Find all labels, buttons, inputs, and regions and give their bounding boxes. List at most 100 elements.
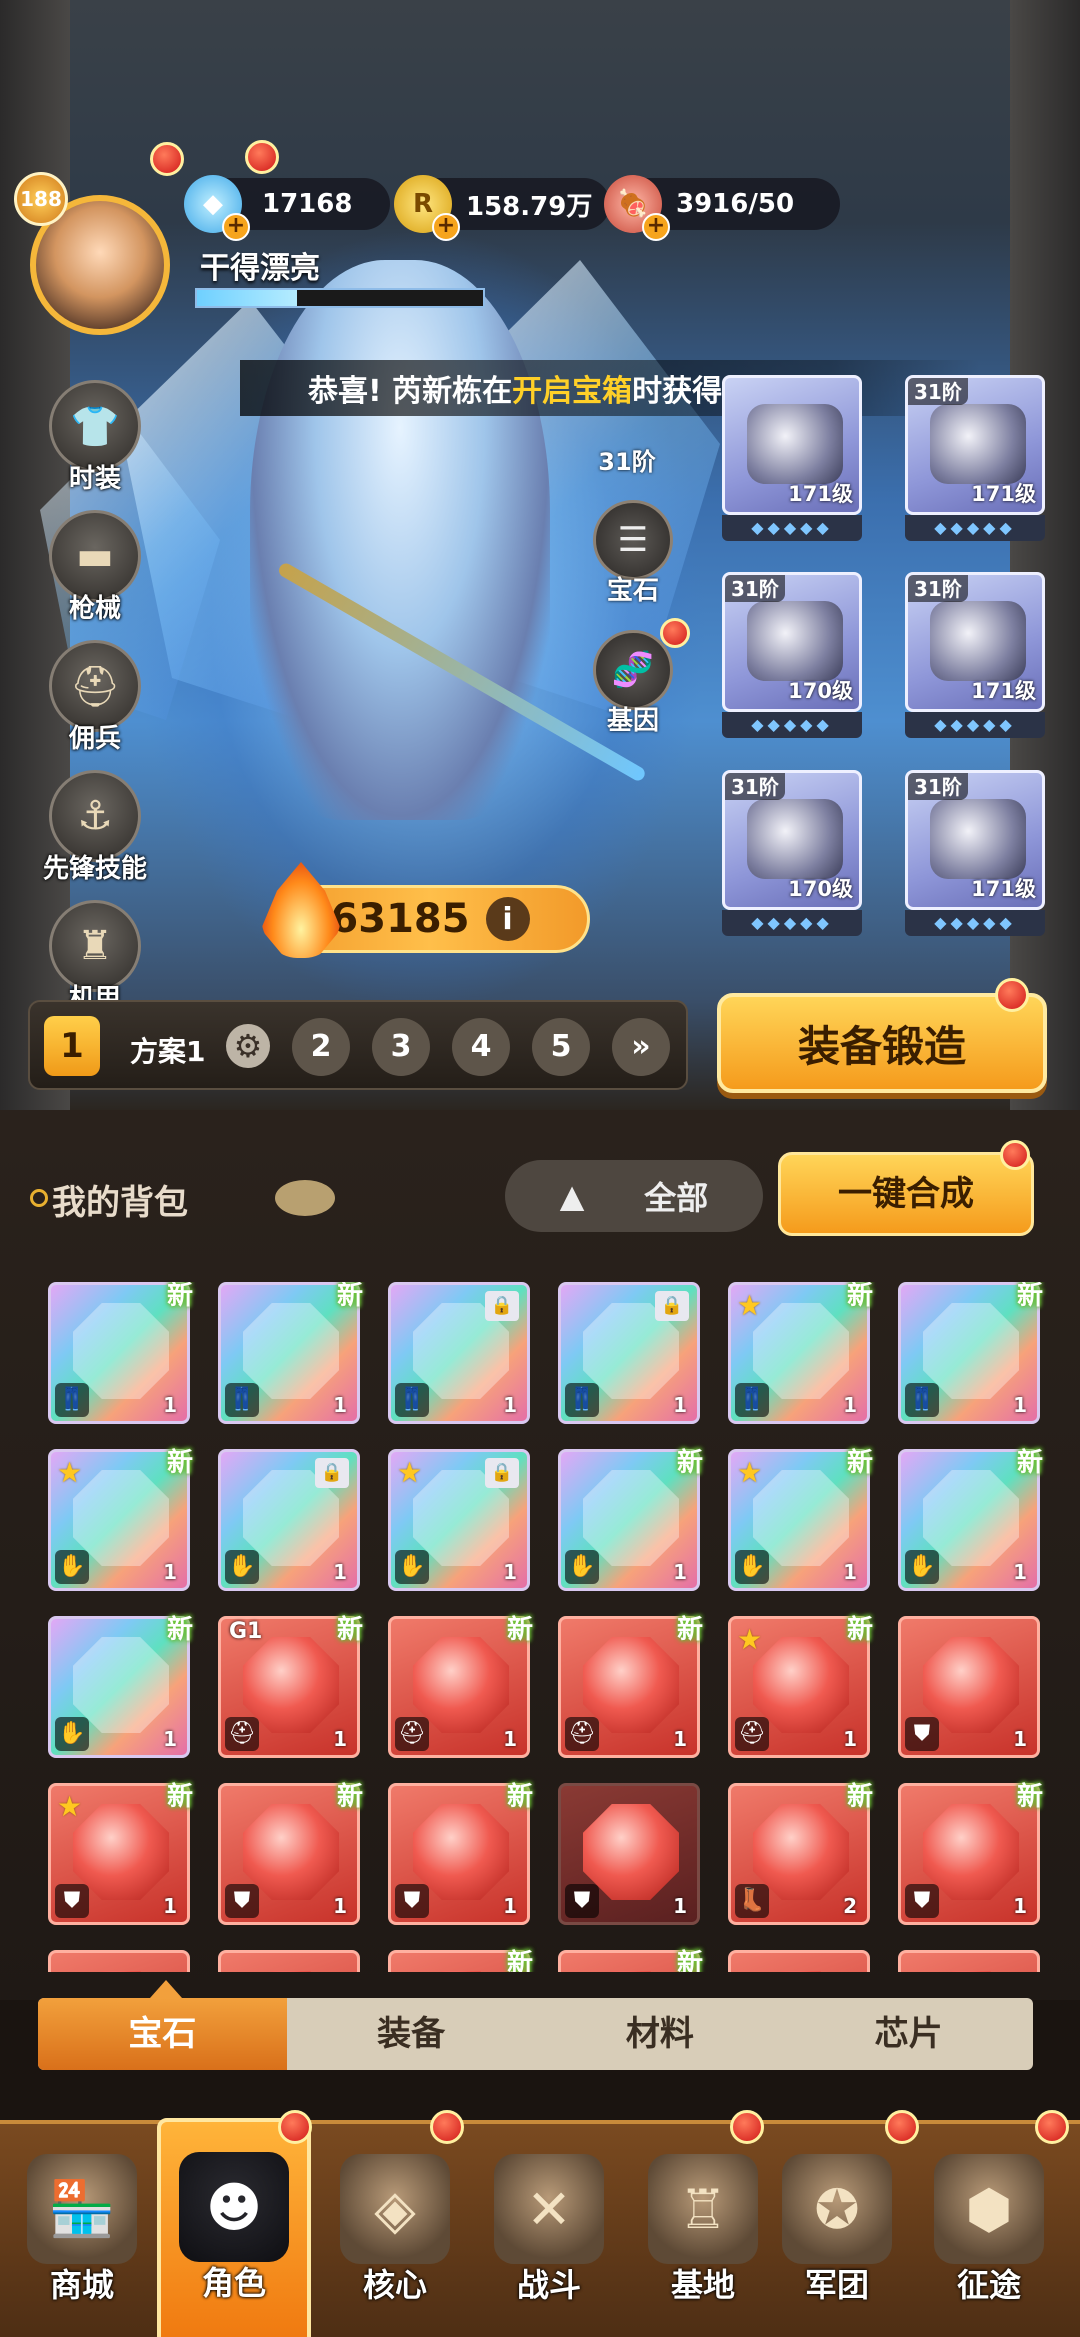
food-counter[interactable]: 🍖 + 3916/50: [604, 175, 840, 241]
nav-base[interactable]: ♖ 基地: [626, 2124, 780, 2337]
bag-item-red-gem[interactable]: ⛊1: [728, 1950, 870, 1972]
bag-item-rainbow-gem[interactable]: 👖 1 新: [48, 1282, 193, 1424]
bag-item-rainbow-gem[interactable]: 👖 1 ★ 新: [728, 1282, 873, 1424]
item-count: 1: [163, 1894, 177, 1918]
one-click-merge-button[interactable]: 一键合成: [778, 1152, 1034, 1236]
nav-legion[interactable]: ✪ 军团: [760, 2124, 914, 2337]
bag-item-rainbow-gem[interactable]: 👖 1 新: [218, 1282, 363, 1424]
add-diamond-button[interactable]: +: [222, 213, 250, 241]
menu-guns-label: 枪械: [68, 594, 121, 624]
new-badge: 新: [166, 1782, 193, 1812]
bag-item-rainbow-gem[interactable]: ✋ 1 ★ 🔒: [388, 1449, 530, 1591]
gold-value: 158.79万: [466, 191, 593, 222]
bag-item-red-gem[interactable]: 👢 2 新: [728, 1782, 873, 1925]
nav-expedition[interactable]: ⬢ 征途: [912, 2124, 1066, 2337]
bag-item-red-gem[interactable]: ⛑ 1 新: [558, 1615, 703, 1758]
bag-item-red-gem[interactable]: ⛊1: [898, 1950, 1040, 1972]
equip-level: 171级: [788, 482, 853, 506]
bag-item-rainbow-gem[interactable]: ✋ 1 新: [898, 1448, 1043, 1591]
gene-button[interactable]: 🧬 基因: [585, 630, 681, 737]
bag-item-red-gem[interactable]: ⛑ 1 G1 新: [218, 1615, 363, 1758]
bag-item-rainbow-gem[interactable]: 👖 1 🔒: [388, 1282, 530, 1424]
plan-5-button[interactable]: 5: [532, 1018, 590, 1076]
bag-item-rainbow-gem[interactable]: ✋ 1 🔒: [218, 1449, 360, 1591]
info-icon[interactable]: i: [485, 897, 530, 941]
nav-core-dot: [430, 2110, 464, 2144]
equip-slot-helmet[interactable]: 171级 ◆◆◆◆◆: [722, 375, 862, 541]
equip-level: 171级: [971, 482, 1036, 506]
bag-item-rainbow-gem[interactable]: ✋ 1 ★ 新: [728, 1448, 873, 1591]
xp-bar-fill: [197, 290, 298, 306]
gem-button[interactable]: ☰ 宝石: [585, 500, 681, 607]
equip-slot-boots[interactable]: 31阶 170级 ◆◆◆◆◆: [722, 770, 862, 936]
new-badge: 新: [1016, 1448, 1043, 1478]
bag-item-rainbow-gem[interactable]: 👖 1 新: [898, 1282, 1043, 1424]
menu-mercenary[interactable]: ⛑ 佣兵: [30, 640, 160, 755]
equip-slot-chest[interactable]: 31阶 170级 ◆◆◆◆◆: [722, 572, 862, 738]
bag-item-red-gem[interactable]: ⛊ 1 ★ 新: [48, 1782, 193, 1925]
filter-dropdown[interactable]: ▲ 全部: [505, 1160, 763, 1232]
item-count: 1: [333, 1393, 347, 1417]
nav-core[interactable]: ◈ 核心: [318, 2124, 472, 2337]
new-badge: 新: [676, 1949, 703, 1972]
bag-item-red-gem[interactable]: ⛑ 1 ★ 新: [728, 1615, 873, 1758]
menu-fashion-label: 时装: [68, 464, 121, 494]
new-badge: 新: [336, 1615, 363, 1645]
equip-slot-gauntlet[interactable]: 31阶 171级 ◆◆◆◆◆: [905, 770, 1045, 936]
bag-item-red-gem[interactable]: ⛑ 1 新: [388, 1615, 533, 1758]
nav-core-label: 核心: [362, 2266, 427, 2304]
equip-slot-shoulder[interactable]: 31阶 171级 ◆◆◆◆◆: [905, 375, 1045, 541]
add-food-button[interactable]: +: [642, 213, 670, 241]
menu-mecha[interactable]: ♜ 机甲: [30, 900, 160, 1015]
nav-battle-label: 战斗: [516, 2266, 581, 2304]
bag-item-rainbow-gem[interactable]: 👖 1 🔒: [558, 1282, 700, 1424]
bag-item-rainbow-gem[interactable]: ✋ 1 ★ 新: [48, 1448, 193, 1591]
item-count: 1: [333, 1894, 347, 1918]
item-count: 1: [163, 1560, 177, 1584]
tab-gems[interactable]: 宝石: [38, 1998, 287, 2070]
tab-chips[interactable]: 芯片: [784, 1998, 1033, 2070]
gold-counter[interactable]: R + 158.79万: [394, 175, 610, 241]
item-count: 1: [1013, 1894, 1027, 1918]
bag-item-red-gem[interactable]: ⛊1: [218, 1950, 360, 1972]
new-badge: 新: [846, 1782, 873, 1812]
equip-stars: ◆◆◆◆◆: [905, 515, 1045, 541]
hero-character[interactable]: [250, 260, 550, 820]
plan-4-button[interactable]: 4: [452, 1018, 510, 1076]
bag-item-red-gem[interactable]: ⛊1新: [388, 1782, 533, 1925]
nav-base-dot: [730, 2110, 764, 2144]
bag-item-red-gem[interactable]: ⛊1新: [218, 1782, 363, 1925]
nav-battle[interactable]: ✕ 战斗: [472, 2124, 626, 2337]
new-badge: 新: [676, 1448, 703, 1478]
gear-icon[interactable]: ⚙: [226, 1024, 270, 1068]
bag-item-rainbow-gem[interactable]: ✋ 1 新: [48, 1615, 193, 1758]
menu-guns[interactable]: ▬ 枪械: [30, 510, 160, 625]
bag-item-red-gem[interactable]: ⛊1新: [898, 1782, 1043, 1925]
equip-slot-legs[interactable]: 31阶 171级 ◆◆◆◆◆: [905, 572, 1045, 738]
tab-materials[interactable]: 材料: [536, 1998, 785, 2070]
nav-character[interactable]: ☻ 角色: [157, 2118, 311, 2337]
bag-item-red-gem[interactable]: ⛊1: [898, 1616, 1040, 1758]
gem-icon: [583, 1971, 679, 1972]
armor-icon: ⛊: [55, 1884, 89, 1918]
nav-shop[interactable]: 🏪 商城: [5, 2124, 159, 2337]
equipment-forge-button[interactable]: 装备锻造: [717, 993, 1047, 1093]
plan-3-button[interactable]: 3: [372, 1018, 430, 1076]
add-gold-button[interactable]: +: [432, 213, 460, 241]
menu-fashion[interactable]: 👕 时装: [30, 380, 160, 495]
plan-2-button[interactable]: 2: [292, 1018, 350, 1076]
bag-item-red-gem[interactable]: ⛊1新: [558, 1949, 703, 1972]
bag-item-rainbow-gem[interactable]: ✋ 1 新: [558, 1448, 703, 1591]
bag-item-red-gem[interactable]: ⛊1: [558, 1783, 700, 1925]
combat-power: 63185 i: [261, 862, 590, 958]
diamond-counter[interactable]: ◆ + 17168: [184, 175, 390, 241]
equip-tier: 31阶: [908, 378, 968, 405]
tab-equipment[interactable]: 装备: [287, 1998, 536, 2070]
menu-vanguard-skill[interactable]: ⚓ 先锋技能: [30, 770, 160, 885]
bag-item-red-gem[interactable]: ⛊1新: [388, 1949, 533, 1972]
bag-item-red-gem[interactable]: ⛊1: [48, 1950, 190, 1972]
gold-coin-icon: R +: [394, 175, 460, 241]
plan-more-button[interactable]: »: [612, 1018, 670, 1076]
plan-1-button[interactable]: 1: [44, 1016, 100, 1076]
glove-icon: ✋: [55, 1717, 89, 1751]
